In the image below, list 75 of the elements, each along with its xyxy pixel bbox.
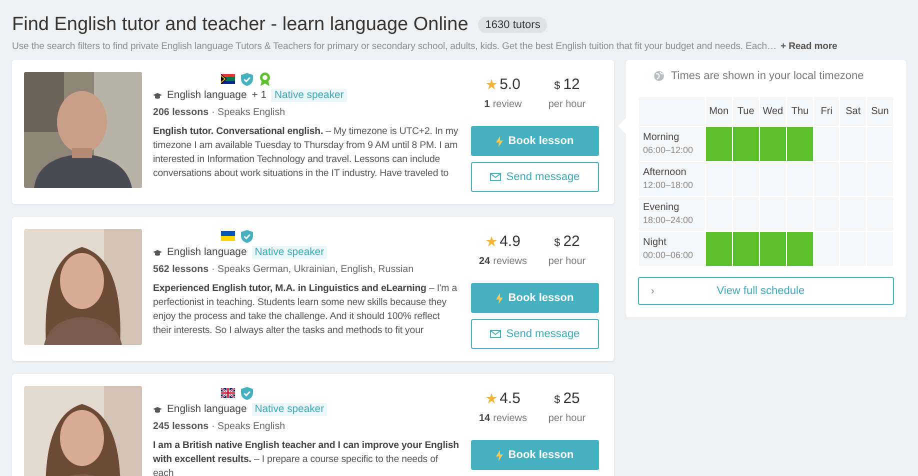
lesson-count: 562 lessons xyxy=(153,264,209,275)
graduation-cap-icon xyxy=(153,92,162,98)
currency-sign: $ xyxy=(554,394,560,406)
currency-sign: $ xyxy=(554,80,560,92)
review-count: 24 xyxy=(478,256,490,267)
weekday-header: Sun xyxy=(866,96,894,126)
review-count: 14 xyxy=(478,413,490,424)
read-more-link[interactable]: + Read more xyxy=(780,41,838,52)
shield-check-icon xyxy=(241,72,253,86)
currency-sign: $ xyxy=(554,237,560,249)
hourly-price: 12 xyxy=(563,76,580,93)
tutor-description: I am a British native English teacher and I can improve your English with excellent results. – I prepare a course specific to the needs of each xyxy=(153,440,459,476)
rating-value: 4.5 xyxy=(500,390,520,407)
native-speaker-tag: Native speaker xyxy=(252,246,328,259)
teaching-language: English language xyxy=(167,247,247,258)
spoken-languages: · Speaks German, Ukrainian, English, Russian xyxy=(212,264,414,275)
time-range: 18:00–24:00 xyxy=(643,214,694,226)
globe-icon xyxy=(654,71,664,81)
price-unit: per hour xyxy=(548,413,586,424)
view-full-schedule-button[interactable]: › View full schedule xyxy=(638,277,894,305)
tutor-description: English tutor. Conversational english. – My timezone is UTC+2. In my timezone I am available Tuesday to Thursday from 9 AM until 8 PM. I am interested in Information Technology and travel. Lessons can include conversations about work situations in the IT industry. Have traveled to xyxy=(153,126,458,179)
star-icon xyxy=(486,236,497,247)
review-label: reviews xyxy=(493,256,528,267)
weekday-header: Sat xyxy=(840,96,866,126)
page-description: Use the search filters to find private English language Tutors & Teachers for primary or secondary school, adults, kids. Get the best English tuition that fit your budget and needs. Each… xyxy=(12,41,777,52)
lesson-count: 206 lessons xyxy=(153,107,209,118)
native-speaker-tag: Native speaker xyxy=(271,89,347,102)
rating-value: 5.0 xyxy=(500,76,520,93)
time-range: 00:00–06:00 xyxy=(643,249,694,261)
star-icon xyxy=(486,79,497,90)
time-slot-label: Night xyxy=(643,237,666,248)
price-unit: per hour xyxy=(548,99,586,110)
star-icon xyxy=(486,393,497,404)
timezone-note: Times are shown in your local timezone xyxy=(671,70,864,82)
graduation-cap-icon xyxy=(153,406,162,412)
rating-value: 4.9 xyxy=(500,233,520,250)
flag-icon xyxy=(221,231,235,241)
shield-check-icon xyxy=(241,230,253,242)
time-slot-label: Afternoon xyxy=(643,167,686,178)
flag-icon xyxy=(221,74,235,84)
teaching-language: English language xyxy=(167,90,247,101)
graduation-cap-icon xyxy=(153,250,162,256)
flag-icon xyxy=(221,388,235,398)
award-icon xyxy=(259,72,271,86)
lightning-icon xyxy=(496,292,504,304)
price-unit: per hour xyxy=(548,256,586,267)
envelope-icon xyxy=(490,173,502,181)
time-range: 12:00–18:00 xyxy=(643,179,694,191)
tutor-count: 1630 tutors xyxy=(478,17,548,33)
weekday-header: Fri xyxy=(813,96,840,126)
lightning-icon xyxy=(496,450,504,460)
review-label: reviews xyxy=(493,413,528,424)
envelope-icon xyxy=(490,330,502,338)
shield-check-icon xyxy=(241,386,253,400)
send-message-button[interactable]: Send message xyxy=(471,162,599,192)
lesson-count: 245 lessons xyxy=(153,421,209,432)
time-slot-label: Morning xyxy=(643,132,680,143)
spoken-languages: · Speaks English xyxy=(212,421,286,432)
hourly-price: 25 xyxy=(563,390,580,407)
teaching-language: English language xyxy=(167,404,247,415)
extra-language-count: + 1 xyxy=(252,90,266,101)
book-lesson-button[interactable]: Book lesson xyxy=(471,283,599,313)
hourly-price: 22 xyxy=(563,233,580,250)
spoken-languages: · Speaks English xyxy=(212,107,286,118)
book-lesson-button[interactable]: Book lesson xyxy=(471,440,599,470)
review-label: review xyxy=(492,99,522,110)
time-range: 06:00–12:00 xyxy=(643,144,694,156)
tutor-description: Experienced English tutor, M.A. in Linguistics and eLearning – I'm a perfectionist in teaching. Students learn some new skills because they enjoy the process and take the challenge. And it should 100% reflect their interests. So I always alter the tasks and methods to fit your xyxy=(153,283,458,336)
review-count: 1 xyxy=(484,99,490,110)
time-slot-label: Evening xyxy=(643,202,680,213)
book-lesson-button[interactable]: Book lesson xyxy=(471,126,599,156)
send-message-button[interactable]: Send message xyxy=(471,319,599,349)
page-title: Find English tutor and teacher - learn language Online xyxy=(12,14,468,36)
lightning-icon xyxy=(496,136,504,146)
native-speaker-tag: Native speaker xyxy=(252,403,328,416)
